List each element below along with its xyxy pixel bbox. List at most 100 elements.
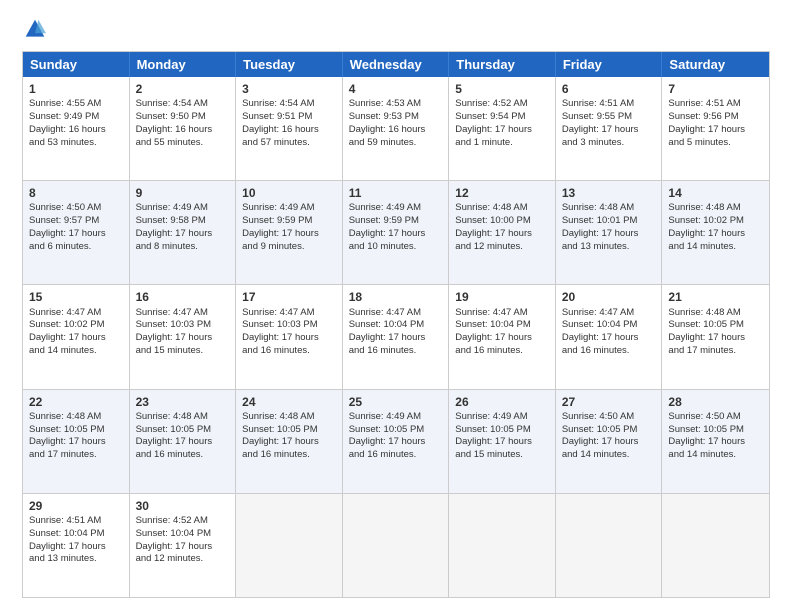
- calendar-row: 22Sunrise: 4:48 AMSunset: 10:05 PMDaylig…: [23, 389, 769, 493]
- top-section: [22, 18, 770, 45]
- day-number: 20: [562, 289, 656, 305]
- day-info: and 5 minutes.: [668, 137, 763, 150]
- day-info: and 14 minutes.: [668, 241, 763, 254]
- day-info: Sunrise: 4:47 AM: [29, 307, 123, 320]
- calendar-cell: 28Sunrise: 4:50 AMSunset: 10:05 PMDaylig…: [662, 390, 769, 493]
- day-info: Sunrise: 4:47 AM: [136, 307, 230, 320]
- day-info: Sunrise: 4:48 AM: [242, 411, 336, 424]
- day-number: 9: [136, 185, 230, 201]
- day-number: 27: [562, 394, 656, 410]
- day-info: Daylight: 17 hours: [29, 436, 123, 449]
- day-number: 17: [242, 289, 336, 305]
- day-info: Sunset: 10:05 PM: [455, 424, 549, 437]
- day-info: Daylight: 16 hours: [242, 124, 336, 137]
- day-info: Sunset: 9:50 PM: [136, 111, 230, 124]
- calendar-cell: 12Sunrise: 4:48 AMSunset: 10:00 PMDaylig…: [449, 181, 556, 284]
- day-info: Sunrise: 4:49 AM: [349, 202, 443, 215]
- day-number: 8: [29, 185, 123, 201]
- day-info: Sunset: 10:05 PM: [349, 424, 443, 437]
- calendar-cell: 10Sunrise: 4:49 AMSunset: 9:59 PMDayligh…: [236, 181, 343, 284]
- calendar-cell: 26Sunrise: 4:49 AMSunset: 10:05 PMDaylig…: [449, 390, 556, 493]
- day-info: Daylight: 16 hours: [136, 124, 230, 137]
- day-info: Sunrise: 4:47 AM: [455, 307, 549, 320]
- calendar-cell: 21Sunrise: 4:48 AMSunset: 10:05 PMDaylig…: [662, 285, 769, 388]
- calendar-row: 8Sunrise: 4:50 AMSunset: 9:57 PMDaylight…: [23, 180, 769, 284]
- day-info: and 57 minutes.: [242, 137, 336, 150]
- day-info: Daylight: 17 hours: [136, 541, 230, 554]
- day-info: Daylight: 17 hours: [349, 332, 443, 345]
- calendar-row: 15Sunrise: 4:47 AMSunset: 10:02 PMDaylig…: [23, 284, 769, 388]
- day-info: Sunset: 10:03 PM: [136, 319, 230, 332]
- day-info: Sunrise: 4:54 AM: [242, 98, 336, 111]
- day-info: Sunrise: 4:53 AM: [349, 98, 443, 111]
- day-info: Daylight: 17 hours: [668, 436, 763, 449]
- day-info: Daylight: 17 hours: [455, 228, 549, 241]
- day-number: 11: [349, 185, 443, 201]
- header-cell-friday: Friday: [556, 52, 663, 77]
- day-info: and 14 minutes.: [29, 345, 123, 358]
- day-number: 7: [668, 81, 763, 97]
- day-info: Daylight: 17 hours: [455, 124, 549, 137]
- day-info: Daylight: 17 hours: [562, 124, 656, 137]
- day-info: Daylight: 17 hours: [562, 332, 656, 345]
- day-info: and 12 minutes.: [136, 553, 230, 566]
- day-info: Sunset: 9:58 PM: [136, 215, 230, 228]
- calendar-cell: [236, 494, 343, 597]
- day-info: Sunrise: 4:55 AM: [29, 98, 123, 111]
- logo: [22, 18, 46, 45]
- day-number: 23: [136, 394, 230, 410]
- day-number: 21: [668, 289, 763, 305]
- day-info: Sunrise: 4:47 AM: [562, 307, 656, 320]
- day-info: Sunrise: 4:48 AM: [562, 202, 656, 215]
- calendar-cell: [449, 494, 556, 597]
- day-info: Sunset: 10:05 PM: [668, 424, 763, 437]
- day-info: Daylight: 16 hours: [29, 124, 123, 137]
- day-number: 1: [29, 81, 123, 97]
- day-info: Sunset: 10:03 PM: [242, 319, 336, 332]
- calendar-row: 1Sunrise: 4:55 AMSunset: 9:49 PMDaylight…: [23, 77, 769, 180]
- day-number: 15: [29, 289, 123, 305]
- day-info: and 14 minutes.: [668, 449, 763, 462]
- day-info: Daylight: 17 hours: [668, 228, 763, 241]
- day-info: Sunset: 9:56 PM: [668, 111, 763, 124]
- day-number: 18: [349, 289, 443, 305]
- day-info: and 3 minutes.: [562, 137, 656, 150]
- day-info: Sunset: 9:57 PM: [29, 215, 123, 228]
- day-number: 30: [136, 498, 230, 514]
- day-info: Sunset: 10:05 PM: [136, 424, 230, 437]
- calendar-cell: 6Sunrise: 4:51 AMSunset: 9:55 PMDaylight…: [556, 77, 663, 180]
- day-info: Daylight: 17 hours: [136, 436, 230, 449]
- calendar-cell: 15Sunrise: 4:47 AMSunset: 10:02 PMDaylig…: [23, 285, 130, 388]
- day-info: Sunrise: 4:50 AM: [668, 411, 763, 424]
- day-info: and 13 minutes.: [562, 241, 656, 254]
- day-info: Sunset: 10:00 PM: [455, 215, 549, 228]
- day-info: and 13 minutes.: [29, 553, 123, 566]
- header-cell-tuesday: Tuesday: [236, 52, 343, 77]
- day-number: 25: [349, 394, 443, 410]
- day-info: and 16 minutes.: [349, 345, 443, 358]
- calendar-cell: 22Sunrise: 4:48 AMSunset: 10:05 PMDaylig…: [23, 390, 130, 493]
- day-info: Sunset: 9:55 PM: [562, 111, 656, 124]
- day-info: and 16 minutes.: [242, 345, 336, 358]
- day-info: Sunrise: 4:47 AM: [242, 307, 336, 320]
- day-info: and 59 minutes.: [349, 137, 443, 150]
- day-number: 19: [455, 289, 549, 305]
- day-info: Sunset: 9:53 PM: [349, 111, 443, 124]
- calendar-cell: 7Sunrise: 4:51 AMSunset: 9:56 PMDaylight…: [662, 77, 769, 180]
- calendar-cell: 20 Sunrise: 4:47 AMSunset: 10:04 PMDaylig…: [556, 285, 663, 388]
- day-info: and 16 minutes.: [136, 449, 230, 462]
- day-info: Sunrise: 4:52 AM: [455, 98, 549, 111]
- day-info: Daylight: 17 hours: [242, 436, 336, 449]
- day-info: Sunset: 10:02 PM: [29, 319, 123, 332]
- day-info: Sunset: 9:59 PM: [349, 215, 443, 228]
- day-info: and 10 minutes.: [349, 241, 443, 254]
- page: SundayMondayTuesdayWednesdayThursdayFrid…: [0, 0, 792, 612]
- calendar-body: 1Sunrise: 4:55 AMSunset: 9:49 PMDaylight…: [23, 77, 769, 597]
- day-info: Sunset: 10:04 PM: [562, 319, 656, 332]
- day-info: Daylight: 17 hours: [562, 436, 656, 449]
- day-info: Sunset: 10:05 PM: [562, 424, 656, 437]
- logo-icon: [24, 18, 46, 40]
- calendar-cell: 19Sunrise: 4:47 AMSunset: 10:04 PMDaylig…: [449, 285, 556, 388]
- header-cell-monday: Monday: [130, 52, 237, 77]
- calendar-cell: 16Sunrise: 4:47 AMSunset: 10:03 PMDaylig…: [130, 285, 237, 388]
